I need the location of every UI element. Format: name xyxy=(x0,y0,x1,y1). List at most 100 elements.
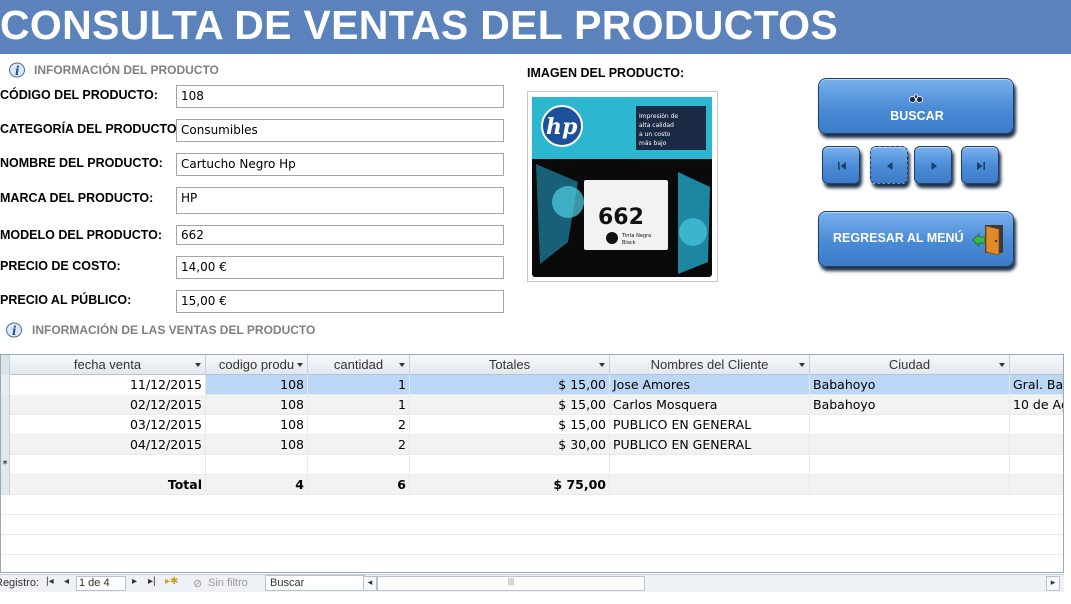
next-record-icon xyxy=(931,162,937,170)
new-record-nav-icon[interactable]: ▸✱ xyxy=(165,576,178,587)
column-header-cliente[interactable]: Nombres del Cliente xyxy=(610,355,810,375)
cell-cantidad[interactable]: 2 xyxy=(308,415,410,435)
table-row[interactable]: 11/12/2015 108 1 $ 15,00 Jose Amores Bab… xyxy=(1,375,1063,395)
cell-extra[interactable] xyxy=(1010,435,1063,455)
scroll-right-button[interactable]: ▸ xyxy=(1046,576,1060,591)
title-bar: CONSULTA DE VENTAS DEL PRODUCTOS xyxy=(0,0,1071,54)
previous-record-nav-icon[interactable]: ◂ xyxy=(64,576,69,587)
first-record-nav-icon[interactable]: |◂ xyxy=(46,576,54,587)
public-price-label: PRECIO AL PÚBLICO: xyxy=(0,293,132,307)
cell-codigo[interactable]: 108 xyxy=(206,435,308,455)
product-name-label: NOMBRE DEL PRODUCTO: xyxy=(0,156,163,170)
previous-record-button[interactable] xyxy=(870,146,908,184)
cell-cliente[interactable]: PUBLICO EN GENERAL xyxy=(610,415,810,435)
product-brand-field[interactable]: HP xyxy=(176,187,504,214)
product-name-field[interactable]: Cartucho Negro Hp xyxy=(176,153,504,176)
column-header-codigo[interactable]: codigo produ xyxy=(206,355,308,375)
row-selector[interactable] xyxy=(1,395,10,415)
cell-fecha[interactable]: 02/12/2015 xyxy=(10,395,206,415)
cell-extra[interactable] xyxy=(1010,415,1063,435)
cost-price-field[interactable]: 14,00 € xyxy=(176,256,504,279)
row-selector[interactable] xyxy=(1,435,10,455)
column-header-fecha[interactable]: fecha venta xyxy=(10,355,206,375)
product-model-field[interactable]: 662 xyxy=(176,225,504,245)
record-position-field[interactable]: 1 de 4 xyxy=(76,576,126,591)
sales-info-icon: i xyxy=(6,322,22,338)
last-record-icon xyxy=(977,162,985,170)
table-row[interactable]: 03/12/2015 108 2 $ 15,00 PUBLICO EN GENE… xyxy=(1,415,1063,435)
cell-ciudad[interactable] xyxy=(810,435,1010,455)
public-price-field[interactable]: 15,00 € xyxy=(176,290,504,313)
cell-cantidad[interactable]: 2 xyxy=(308,435,410,455)
column-header-cantidad[interactable]: cantidad xyxy=(308,355,410,375)
product-info-heading: INFORMACIÓN DEL PRODUCTO xyxy=(34,63,219,77)
cell-total[interactable]: $ 15,00 xyxy=(410,375,610,395)
cell-ciudad[interactable] xyxy=(810,415,1010,435)
product-category-label: CATEGORÍA DEL PRODUCTO: xyxy=(0,122,181,136)
search-input[interactable]: Buscar xyxy=(265,575,365,591)
total-amount: $ 75,00 xyxy=(410,475,610,495)
back-to-menu-button[interactable]: REGRESAR AL MENÚ xyxy=(818,211,1014,267)
svg-text:Tinta Negra: Tinta Negra xyxy=(621,233,651,239)
record-navigation-bar: Registro: |◂ ◂ 1 de 4 ▸ ▸| ▸✱ ⊘ Sin filt… xyxy=(0,574,1064,592)
cell-fecha[interactable]: 04/12/2015 xyxy=(10,435,206,455)
cell-ciudad[interactable]: Babahoyo xyxy=(810,375,1010,395)
cell-total[interactable]: $ 30,00 xyxy=(410,435,610,455)
previous-record-icon xyxy=(887,162,893,170)
row-selector[interactable] xyxy=(1,375,10,395)
cell-cantidad[interactable]: 1 xyxy=(308,375,410,395)
cell-total[interactable]: $ 15,00 xyxy=(410,395,610,415)
table-row[interactable]: 04/12/2015 108 2 $ 30,00 PUBLICO EN GENE… xyxy=(1,435,1063,455)
next-record-nav-icon[interactable]: ▸ xyxy=(132,576,137,587)
totals-label: Total xyxy=(10,475,206,495)
filter-status[interactable]: Sin filtro xyxy=(208,577,248,589)
cost-price-label: PRECIO DE COSTO: xyxy=(0,259,121,273)
first-record-icon xyxy=(838,162,846,170)
empty-row xyxy=(1,555,1063,572)
first-record-button[interactable] xyxy=(822,146,860,184)
select-all-corner[interactable] xyxy=(1,355,10,375)
cell-fecha[interactable]: 11/12/2015 xyxy=(10,375,206,395)
cell-cantidad[interactable]: 1 xyxy=(308,395,410,415)
row-selector[interactable] xyxy=(1,415,10,435)
cell-ciudad[interactable]: Babahoyo xyxy=(810,395,1010,415)
table-row[interactable]: 02/12/2015 108 1 $ 15,00 Carlos Mosquera… xyxy=(1,395,1063,415)
cell-cliente[interactable]: PUBLICO EN GENERAL xyxy=(610,435,810,455)
column-header-totales[interactable]: Totales xyxy=(410,355,610,375)
info-icon: i xyxy=(9,62,25,78)
no-filter-icon[interactable]: ⊘ xyxy=(193,577,202,590)
total-cantidad: 6 xyxy=(308,475,410,495)
cell-codigo[interactable]: 108 xyxy=(206,415,308,435)
cell-cliente[interactable]: Jose Amores xyxy=(610,375,810,395)
product-category-field[interactable]: Consumibles xyxy=(176,119,504,142)
table-header: fecha venta codigo produ cantidad Totale… xyxy=(1,355,1063,375)
search-button-label: BUSCAR xyxy=(890,109,944,123)
search-button[interactable]: BUSCAR xyxy=(818,78,1014,134)
cell-cliente[interactable]: Carlos Mosquera xyxy=(610,395,810,415)
column-header-extra[interactable] xyxy=(1010,355,1063,375)
record-label: Registro: xyxy=(0,577,40,589)
cell-extra[interactable]: 10 de Ag xyxy=(1010,395,1063,415)
new-record-marker: * xyxy=(1,455,10,475)
cell-codigo[interactable]: 108 xyxy=(206,395,308,415)
exit-door-icon xyxy=(972,225,1003,256)
column-header-ciudad[interactable]: Ciudad xyxy=(810,355,1010,375)
product-code-field[interactable]: 108 xyxy=(176,85,504,108)
empty-row xyxy=(1,495,1063,515)
cell-total[interactable]: $ 15,00 xyxy=(410,415,610,435)
svg-text:662: 662 xyxy=(598,205,644,230)
next-record-button[interactable] xyxy=(914,146,952,184)
cell-fecha[interactable]: 03/12/2015 xyxy=(10,415,206,435)
last-record-button[interactable] xyxy=(961,146,999,184)
cell-extra[interactable]: Gral. Bar xyxy=(1010,375,1063,395)
page-title: CONSULTA DE VENTAS DEL PRODUCTOS xyxy=(0,2,839,48)
totals-row: Total 4 6 $ 75,00 xyxy=(1,475,1063,495)
horizontal-scrollbar-thumb[interactable]: ||| xyxy=(377,576,645,591)
new-record-row[interactable]: * xyxy=(1,455,1063,475)
last-record-nav-icon[interactable]: ▸| xyxy=(148,576,156,587)
svg-text:Black: Black xyxy=(622,240,636,246)
scroll-left-button[interactable]: ◂ xyxy=(363,576,377,591)
svg-text:i: i xyxy=(12,324,17,338)
cell-codigo[interactable]: 108 xyxy=(206,375,308,395)
svg-text:más bajo: más bajo xyxy=(639,140,667,147)
